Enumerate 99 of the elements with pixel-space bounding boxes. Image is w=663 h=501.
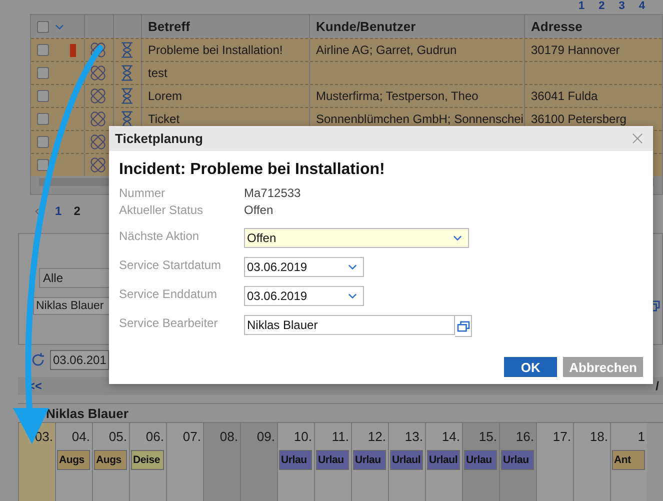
dialog-button[interactable]: OK <box>504 357 558 377</box>
day-label: 13. <box>404 429 423 444</box>
dialog-title: Ticketplanung <box>115 131 203 146</box>
day-column[interactable]: 09. <box>240 423 277 501</box>
table-cell: Probleme bei Installation! <box>148 43 283 57</box>
picker-button[interactable] <box>455 315 472 337</box>
day-column[interactable]: 16. Urlau <box>499 423 536 501</box>
close-icon[interactable] <box>632 133 643 144</box>
day-column[interactable]: 03. <box>18 423 55 501</box>
field-label: Service Bearbeiter <box>119 315 219 330</box>
table-cell: Musterfirma; Testperson, Theo <box>316 89 478 103</box>
dropdown-field[interactable]: 03.06.2019 <box>244 257 364 277</box>
bandage-icon <box>89 41 107 59</box>
field-value: Offen <box>244 202 274 216</box>
calendar-entry[interactable]: Urlaul <box>427 450 460 470</box>
table-cell: Airline AG; Garret, Gudrun <box>316 43 457 57</box>
day-label: 11. <box>332 429 349 444</box>
field-label: Nummer <box>119 186 166 200</box>
day-label: 05. <box>108 429 127 444</box>
page-link[interactable]: 2 <box>74 204 80 218</box>
day-label: 03. <box>34 429 53 444</box>
checkbox[interactable] <box>37 113 49 125</box>
date-field[interactable]: 03.06.201 <box>50 350 110 370</box>
day-label: 08. <box>220 429 238 444</box>
day-column[interactable]: 13. Urlaul <box>388 423 425 501</box>
day-label: 07. <box>182 429 201 444</box>
day-label: 18. <box>590 429 608 444</box>
day-column[interactable]: 18. <box>573 423 610 501</box>
day-column[interactable]: 17. <box>536 423 573 501</box>
table-cell: Sonnenblümchen GmbH; Sonnenschei <box>316 112 524 126</box>
day-label: 16. <box>516 429 534 444</box>
bandage-icon <box>89 110 107 128</box>
table-cell: test <box>148 66 168 80</box>
day-column[interactable]: 1 Ant <box>610 423 647 501</box>
chevron-down-icon[interactable] <box>348 293 357 299</box>
dialog-heading: Incident: Probleme bei Installation! <box>119 161 385 178</box>
day-column[interactable]: 07. <box>166 423 203 501</box>
dropdown-field[interactable]: Offen <box>244 228 469 248</box>
chevron-down-icon[interactable] <box>348 264 357 270</box>
table-cell: 36041 Fulda <box>531 89 598 103</box>
calendar-entry[interactable]: Urlau <box>316 450 349 470</box>
calendar-entry[interactable]: Urlau <box>464 450 497 470</box>
day-column[interactable]: 12. Urlau <box>351 423 388 501</box>
day-column[interactable]: 05. Augs <box>92 423 129 501</box>
checkbox[interactable] <box>37 136 49 148</box>
chevron-down-icon[interactable] <box>453 235 462 241</box>
checkbox[interactable] <box>37 159 49 171</box>
bandage-icon <box>89 156 107 174</box>
day-label: 09. <box>256 429 275 444</box>
checkbox[interactable] <box>37 20 49 32</box>
day-label: 12. <box>368 429 386 444</box>
day-label: 14. <box>442 429 460 444</box>
calendar-entry[interactable]: Augs <box>57 450 90 470</box>
calendar-entry[interactable]: Urlau <box>501 450 534 470</box>
day-column[interactable]: 04. Augs <box>55 423 92 501</box>
day-label: 17. <box>552 429 571 444</box>
checkbox[interactable] <box>37 90 49 102</box>
day-label: 04. <box>72 429 90 444</box>
table-cell: 30179 Hannover <box>531 43 620 57</box>
bandage-icon <box>89 133 107 151</box>
field-label: Service Enddatum <box>119 286 218 301</box>
day-label: 10. <box>294 429 312 444</box>
field-label: Nächste Aktion <box>119 228 200 243</box>
dropdown-field[interactable]: 03.06.2019 <box>244 286 364 306</box>
checkbox[interactable] <box>37 44 49 56</box>
calendar-entry[interactable]: Augs <box>94 450 127 470</box>
user-name: Niklas Blauer <box>46 406 128 420</box>
page-link[interactable]: 2 <box>598 0 605 12</box>
field-label: Service Startdatum <box>119 257 222 272</box>
day-label: 1 <box>638 429 645 444</box>
input-field[interactable]: Niklas Blauer <box>244 315 455 335</box>
bandage-icon <box>89 87 107 105</box>
window-icon[interactable] <box>456 320 470 332</box>
day-column[interactable]: 11. Urlau <box>314 423 351 501</box>
day-label: 06. <box>146 429 164 444</box>
table-cell: Ticket <box>148 112 180 126</box>
day-label: 15. <box>478 429 497 444</box>
bandage-icon <box>89 64 107 82</box>
calendar-entry[interactable]: Urlau <box>279 450 312 470</box>
calendar-entry[interactable]: Ant <box>612 450 645 470</box>
refresh-icon[interactable] <box>30 352 46 368</box>
calendar-entry[interactable]: Deise <box>131 450 164 470</box>
day-column[interactable]: 14. Urlaul <box>425 423 462 501</box>
calendar-entry[interactable]: Urlaul <box>390 450 423 470</box>
checkbox[interactable] <box>37 67 49 79</box>
page-link[interactable]: 3 <box>618 0 625 12</box>
day-column[interactable]: 15. Urlau <box>462 423 499 501</box>
field-value: Ma712533 <box>244 186 301 200</box>
calendar-entry[interactable]: Urlau <box>353 450 386 470</box>
table-cell: Lorem <box>148 89 182 103</box>
table-cell: 36100 Petersberg <box>531 112 626 126</box>
day-column[interactable]: 10. Urlau <box>277 423 314 501</box>
page-link[interactable]: 1 <box>578 0 585 12</box>
day-column[interactable]: 08. <box>203 423 240 501</box>
week-label: / <box>656 379 659 393</box>
page-link[interactable]: 4 <box>638 0 645 12</box>
day-column[interactable]: 06. Deise <box>129 423 166 501</box>
field-label: Aktueller Status <box>119 202 204 216</box>
page-link[interactable]: 1 <box>55 204 62 218</box>
